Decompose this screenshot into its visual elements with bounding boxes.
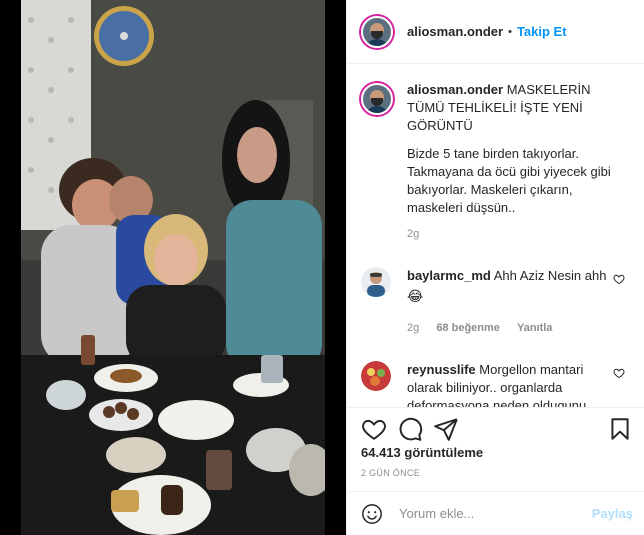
video-player[interactable] [21,0,325,535]
comment-item: reynusslife Morgellon mantari olarak bil… [361,361,631,407]
comments-list[interactable]: aliosman.onder MASKELERİN TÜMÜ TEHLİKELİ… [347,65,644,407]
smiley-icon[interactable] [361,503,383,525]
post-sidebar: aliosman.onder • Takip Et aliosman.onder… [346,0,644,535]
comment-likes[interactable]: 68 beğenme [436,322,500,334]
author-avatar[interactable] [361,15,393,48]
caption-text: Bizde 5 tane birden takıyorlar. Takmayan… [407,146,611,215]
small-heart-icon[interactable] [613,367,625,379]
comment-text: Ahh Aziz Nesin ahh [493,268,607,283]
video-frame-image [21,0,325,535]
post-header: aliosman.onder • Takip Et [347,0,644,64]
caption-headline-line: aliosman.onder MASKELERİN TÜMÜ TEHLİKELİ… [407,81,627,135]
comment-icon[interactable] [397,416,423,442]
post-date[interactable]: 2 GÜN ÖNCE [361,468,420,478]
heart-icon[interactable] [361,416,387,442]
caption-author-avatar[interactable] [361,83,393,115]
small-heart-icon[interactable] [613,273,625,285]
header-separator: • [508,25,512,38]
caption-username[interactable]: aliosman.onder [407,82,503,97]
comment-input[interactable] [399,506,589,521]
comment-composer: Paylaş [347,491,644,535]
follow-button[interactable]: Takip Et [517,24,567,39]
instagram-post-modal: aliosman.onder • Takip Et aliosman.onder… [0,0,644,535]
comment-time[interactable]: 2g [407,322,419,334]
action-bar [347,407,644,447]
comment-item: baylarmc_md Ahh Aziz Nesin ahh 😂 2g 68 b… [361,267,631,337]
comment-body: baylarmc_md Ahh Aziz Nesin ahh 😂 2g 68 b… [407,267,607,337]
view-count[interactable]: 64.413 görüntüleme [361,445,483,460]
paper-plane-icon[interactable] [433,416,459,442]
post-media[interactable] [0,0,346,535]
post-comment-button[interactable]: Paylaş [592,506,633,521]
comment-body: reynusslife Morgellon mantari olarak bil… [407,361,607,407]
author-username[interactable]: aliosman.onder [407,24,503,39]
commenter-avatar[interactable] [361,267,391,297]
bookmark-icon[interactable] [607,416,633,442]
post-caption: aliosman.onder MASKELERİN TÜMÜ TEHLİKELİ… [361,81,631,243]
comment-meta: 2g 68 beğenme Yanıtla [407,319,607,337]
caption-body: aliosman.onder MASKELERİN TÜMÜ TEHLİKELİ… [407,81,627,243]
comment-username[interactable]: reynusslife [407,362,476,377]
commenter-avatar[interactable] [361,361,391,391]
comment-emoji: 😂 [407,288,424,304]
comment-username[interactable]: baylarmc_md [407,268,491,283]
view-count-label: görüntüleme [404,445,484,460]
comment-reply-button[interactable]: Yanıtla [517,322,552,334]
caption-time[interactable]: 2g [407,225,627,243]
view-count-number: 64.413 [361,445,401,460]
